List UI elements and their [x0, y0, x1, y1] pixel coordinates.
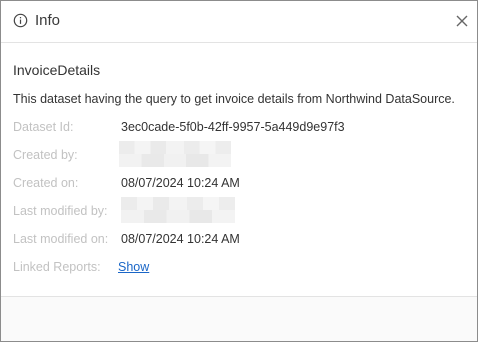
last-modified-on-row: Last modified on: 08/07/2024 10:24 AM: [13, 232, 463, 250]
linked-reports-show-link[interactable]: Show: [118, 260, 149, 274]
info-icon: [13, 13, 28, 28]
dialog-footer: [1, 296, 477, 341]
dialog-title: Info: [35, 12, 61, 29]
created-by-row: Created by:: [13, 141, 463, 167]
created-on-label: Created on:: [13, 176, 79, 190]
info-dialog: Info InvoiceDetails This dataset having …: [0, 0, 478, 342]
linked-reports-label: Linked Reports:: [13, 260, 101, 274]
dataset-id-label: Dataset Id:: [13, 120, 74, 134]
dataset-id-value: 3ec0cade-5f0b-42ff-9957-5a449d9e97f3: [121, 120, 345, 134]
created-by-redacted: [119, 141, 231, 167]
created-on-value: 08/07/2024 10:24 AM: [121, 176, 240, 190]
last-modified-on-label: Last modified on:: [13, 232, 109, 246]
last-modified-by-label: Last modified by:: [13, 204, 108, 218]
last-modified-on-value: 08/07/2024 10:24 AM: [121, 232, 240, 246]
close-icon[interactable]: [455, 14, 469, 28]
dialog-header: Info: [1, 1, 477, 43]
created-on-row: Created on: 08/07/2024 10:24 AM: [13, 176, 463, 194]
created-by-label: Created by:: [13, 148, 78, 162]
dialog-body: InvoiceDetails This dataset having the q…: [1, 44, 477, 296]
dataset-description: This dataset having the query to get inv…: [13, 92, 455, 106]
dataset-id-row: Dataset Id: 3ec0cade-5f0b-42ff-9957-5a44…: [13, 120, 463, 138]
last-modified-by-redacted: [121, 197, 235, 223]
linked-reports-row: Linked Reports: Show: [13, 260, 463, 278]
dataset-name: InvoiceDetails: [13, 62, 101, 78]
last-modified-by-row: Last modified by:: [13, 197, 463, 223]
